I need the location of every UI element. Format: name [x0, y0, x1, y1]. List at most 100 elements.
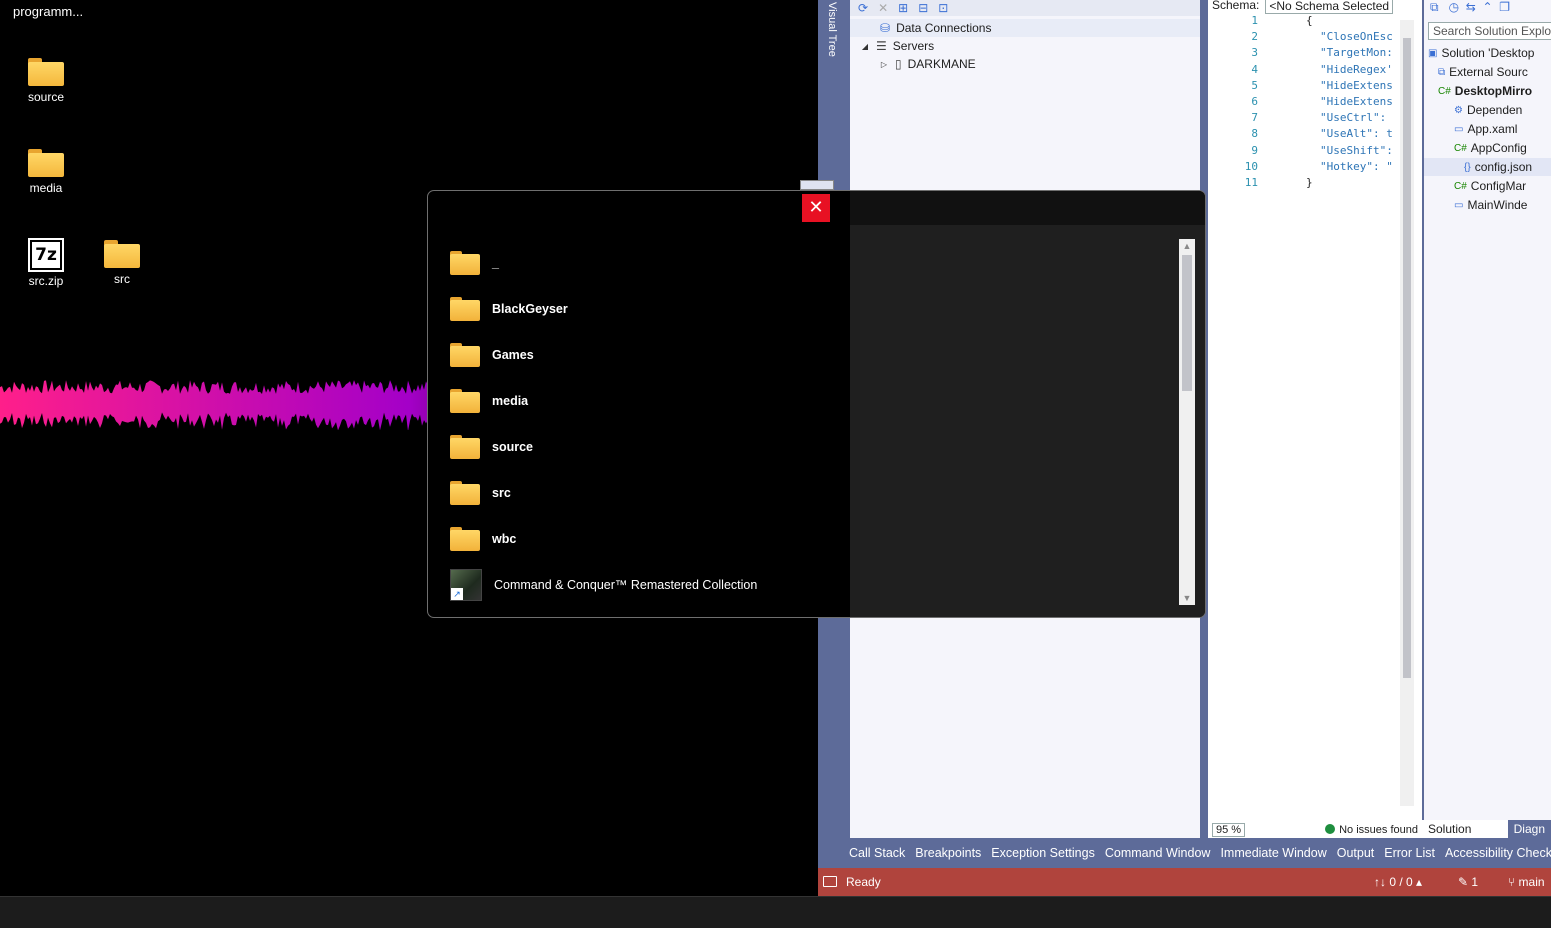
line-number: 9 — [1251, 143, 1258, 157]
folder-icon — [450, 527, 480, 551]
solution-tree-item[interactable]: ▭ App.xaml — [1424, 120, 1517, 138]
tool-window-tab[interactable]: Call Stack — [844, 846, 910, 860]
connect-database-icon[interactable]: ⊞ — [898, 1, 908, 15]
tool-window-tab[interactable]: Error List — [1379, 846, 1440, 860]
folder-icon — [450, 251, 480, 275]
solution-search-input[interactable]: Search Solution Explore — [1428, 22, 1551, 40]
visual-tree-tab[interactable]: Visual Tree — [826, 2, 838, 57]
launcher-item[interactable]: Games — [450, 337, 1150, 373]
database-icon: ⛁ — [880, 21, 891, 35]
desktop-icon-label: src — [114, 272, 130, 286]
desktop-icon-media[interactable]: media — [11, 149, 81, 195]
line-number: 1 — [1251, 14, 1258, 27]
tree-item-label: DARKMANE — [907, 57, 976, 71]
scrollbar-thumb[interactable] — [1182, 255, 1192, 391]
code-line[interactable]: "UseCtrl": — [1320, 111, 1406, 124]
tree-item-servers[interactable]: ◢ ☰ Servers — [860, 37, 934, 55]
code-line[interactable]: "UseAlt": t — [1320, 127, 1406, 140]
issues-indicator[interactable]: No issues found — [1325, 824, 1418, 836]
solution-tree-item[interactable]: C# ConfigMar — [1424, 177, 1526, 195]
stop-icon[interactable]: ✕ — [878, 1, 888, 15]
zoom-dropdown[interactable]: 95 % — [1212, 823, 1246, 837]
code-line[interactable]: } — [1306, 176, 1392, 189]
collapse-arrow-icon[interactable]: ◢ — [860, 42, 870, 51]
code-line[interactable]: "HideRegex' — [1320, 63, 1406, 76]
schema-dropdown[interactable]: <No Schema Selected — [1265, 0, 1394, 14]
solution-tree-item[interactable]: C# DesktopMirro — [1424, 82, 1532, 100]
line-number: 10 — [1244, 159, 1258, 173]
tree-item-data-connections[interactable]: ⛁ Data Connections — [850, 19, 1200, 37]
launcher-item[interactable]: _ — [450, 245, 1150, 281]
launcher-item-label: wbc — [492, 532, 517, 546]
drag-handle[interactable] — [800, 180, 834, 190]
line-number: 7 — [1251, 111, 1258, 125]
code-line[interactable]: "HideExtens — [1320, 79, 1406, 92]
code-line[interactable]: "Hotkey": " — [1320, 160, 1406, 173]
refresh-icon[interactable]: ⟳ — [858, 1, 868, 15]
solution-tree-label: AppConfig — [1470, 141, 1527, 155]
code-line[interactable]: "HideExtens — [1320, 95, 1406, 108]
close-button[interactable]: ✕ — [802, 194, 830, 222]
launcher-item[interactable]: wbc — [450, 521, 1150, 557]
code-line[interactable]: { — [1306, 14, 1392, 27]
tab-diagnostics[interactable]: Diagn — [1507, 820, 1551, 838]
code-line[interactable]: "CloseOnEsc — [1320, 30, 1406, 43]
desktop-icon-src-zip[interactable]: 7z src.zip — [11, 238, 81, 288]
branch-name: main — [1518, 875, 1545, 889]
code-line[interactable]: "UseShift": — [1320, 144, 1406, 157]
launcher-item[interactable]: source — [450, 429, 1150, 465]
solution-icon: ▣ — [1428, 47, 1438, 59]
scroll-up-arrow-icon[interactable]: ▲ — [1179, 239, 1195, 253]
git-branch-status[interactable]: ⑂ main — [1508, 875, 1545, 889]
copy-icon[interactable]: ❐ — [1499, 0, 1510, 14]
tool-window-tab[interactable]: Command Window — [1100, 846, 1216, 860]
scrollbar-thumb[interactable] — [1403, 38, 1411, 678]
history-icon[interactable]: ◷ — [1449, 0, 1459, 14]
vs-status-bar: Ready ↑↓ 0 / 0 ▴ ✎ 1 ⑂ main — [818, 868, 1551, 896]
desktop-icon-source[interactable]: source — [11, 58, 81, 104]
tool-window-tab[interactable]: Breakpoints — [910, 846, 986, 860]
check-circle-icon — [1325, 824, 1336, 834]
properties-icon[interactable]: ⊡ — [938, 1, 948, 15]
connect-server-icon[interactable]: ⊟ — [918, 1, 928, 15]
taskbar — [0, 896, 1551, 928]
solution-tree-item[interactable]: ▣ Solution 'Desktop — [1424, 44, 1534, 62]
desktop-top-label[interactable]: programm... — [13, 4, 83, 19]
git-sync-status[interactable]: ↑↓ 0 / 0 ▴ — [1374, 875, 1422, 889]
launcher-item-label: BlackGeyser — [492, 302, 568, 316]
pending-edits-status[interactable]: ✎ 1 — [1458, 875, 1478, 889]
launcher-item[interactable]: media — [450, 383, 1150, 419]
launcher-window: ✕ _ BlackGeyser Games media source src wbc ↗ Com… — [427, 190, 1206, 618]
sync-icon[interactable]: ⇆ — [1466, 0, 1476, 14]
solution-explorer-tabs: Solution Expl... Diagn — [1422, 820, 1551, 850]
external-sources-icon: ⧉ — [1438, 66, 1446, 78]
launcher-scrollbar[interactable]: ▲ ▼ — [1179, 239, 1195, 605]
solution-tree-item[interactable]: ⚙ Dependen — [1424, 101, 1522, 119]
code-line[interactable]: "TargetMon: — [1320, 46, 1406, 59]
vs-logo-icon[interactable]: ⧉ — [1430, 0, 1439, 14]
tool-window-tab[interactable]: Immediate Window — [1215, 846, 1331, 860]
solution-tree-item[interactable]: ⧉ External Sourc — [1424, 63, 1528, 81]
collapse-all-icon[interactable]: ⌃ — [1482, 0, 1492, 14]
launcher-item[interactable]: BlackGeyser — [450, 291, 1150, 327]
solution-tree-item[interactable]: ▭ MainWinde — [1424, 196, 1527, 214]
desktop-icon-label: media — [29, 181, 63, 195]
output-window-icon[interactable] — [823, 876, 837, 887]
tool-window-tab[interactable]: Output — [1332, 846, 1380, 860]
line-number: 5 — [1251, 78, 1258, 92]
tool-window-tab[interactable]: Exception Settings — [986, 846, 1100, 860]
scroll-down-arrow-icon[interactable]: ▼ — [1179, 591, 1195, 605]
tool-window-tab[interactable]: Accessibility Checker — [1440, 846, 1551, 860]
solution-tree-item[interactable]: {} config.json — [1424, 158, 1551, 176]
solution-tree-item[interactable]: C# AppConfig — [1424, 139, 1527, 157]
launcher-item[interactable]: ↗ Command & Conquer™ Remastered Collectio… — [450, 567, 1150, 603]
desktop-icon-src[interactable]: src — [87, 240, 157, 286]
launcher-item-label: _ — [492, 256, 499, 270]
tab-solution-explorer[interactable]: Solution Expl... — [1422, 820, 1508, 850]
editor-vertical-scrollbar[interactable] — [1400, 20, 1414, 806]
app-shortcut-icon: ↗ — [450, 569, 482, 601]
expand-arrow-icon[interactable]: ▷ — [879, 60, 889, 69]
schema-label: Schema: — [1212, 0, 1260, 12]
tree-item-darkmane[interactable]: ▷ ▯ DARKMANE — [879, 55, 976, 73]
launcher-item[interactable]: src — [450, 475, 1150, 511]
